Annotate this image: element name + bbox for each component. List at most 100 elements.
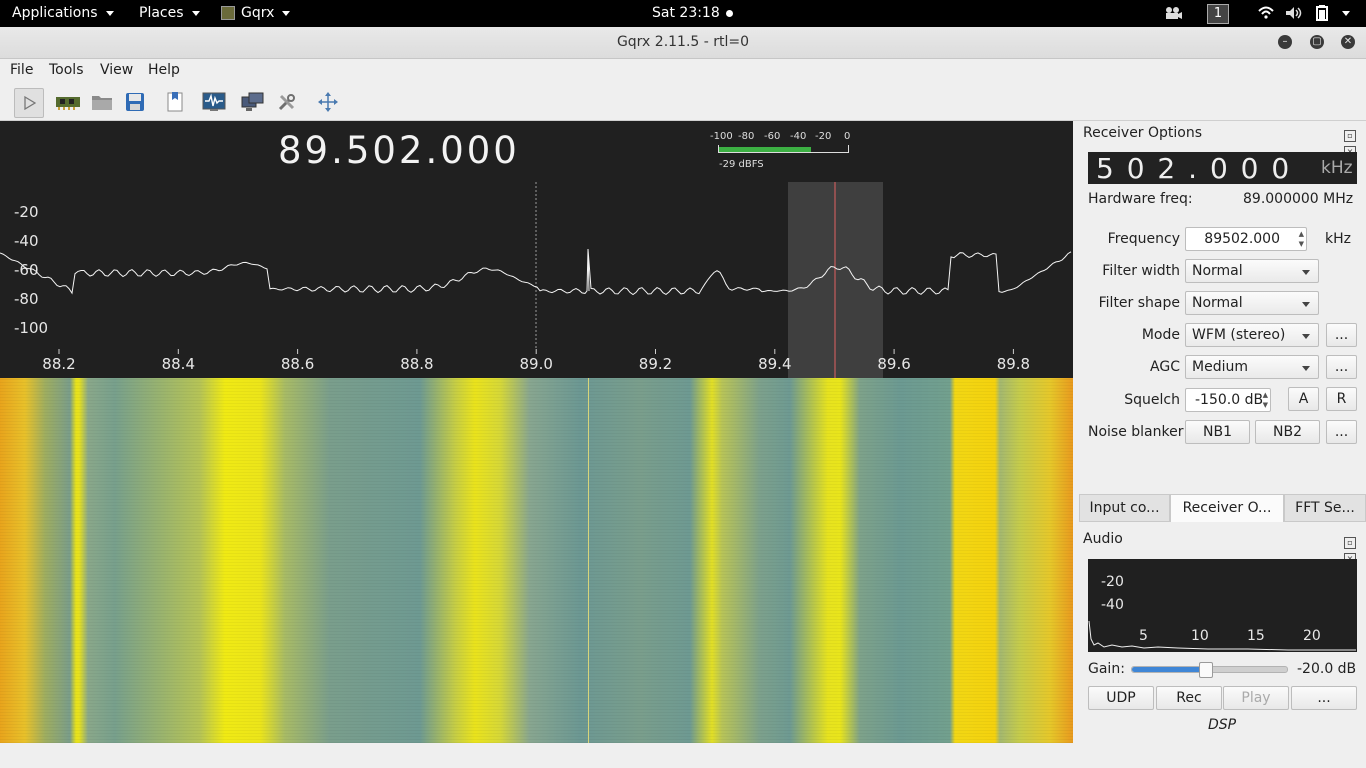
remote-control-icon <box>241 91 265 113</box>
tab-receiver-options[interactable]: Receiver O... <box>1170 494 1284 522</box>
applications-menu[interactable]: Applications <box>12 5 114 21</box>
places-menu[interactable]: Places <box>139 5 200 21</box>
notification-dot-icon <box>726 10 733 17</box>
wifi-icon[interactable] <box>1258 6 1274 19</box>
open-settings-button[interactable] <box>88 88 116 116</box>
places-label: Places <box>139 5 184 21</box>
filter-width-label: Filter width <box>1076 263 1180 279</box>
menu-tools[interactable]: Tools <box>49 62 84 78</box>
window-titlebar[interactable]: Gqrx 2.11.5 - rtl=0 – ▢ ✕ <box>0 27 1366 59</box>
audio-fft-plot[interactable]: -20 -40 5 10 15 20 <box>1088 559 1357 652</box>
squelch-auto-button[interactable]: A <box>1288 387 1319 411</box>
waterfall-display[interactable] <box>0 378 1073 743</box>
filter-shape-select[interactable]: Normal <box>1185 291 1319 315</box>
play-button[interactable]: Play <box>1223 686 1289 710</box>
device-icon <box>55 94 81 110</box>
audio-dock-title: Audio <box>1083 531 1123 547</box>
gain-slider-handle[interactable] <box>1199 662 1213 678</box>
top-panel: Applications Places Gqrx Sat 23:18 1 <box>0 0 1366 27</box>
audio-spectrum-trace <box>1088 559 1357 652</box>
system-menu-chevron-icon <box>1342 11 1350 16</box>
agc-value: Medium <box>1192 359 1248 375</box>
y-tick-label: -20 <box>14 203 39 221</box>
hardware-freq-value: 89.000000 MHz <box>1243 191 1353 207</box>
filter-width-select[interactable]: Normal <box>1185 259 1319 283</box>
record-button[interactable]: Rec <box>1156 686 1222 710</box>
menu-bar: File Tools View Help <box>0 59 1366 83</box>
mode-options-button[interactable]: ... <box>1326 323 1357 347</box>
gain-slider[interactable] <box>1131 666 1288 673</box>
frequency-label: Frequency <box>1076 231 1180 247</box>
close-button[interactable]: ✕ <box>1341 35 1355 49</box>
dock-title: Receiver Options <box>1083 125 1202 141</box>
squelch-label: Squelch <box>1076 392 1180 408</box>
mode-select[interactable]: WFM (stereo) <box>1185 323 1319 347</box>
open-icon <box>91 93 113 111</box>
remote-control-button[interactable] <box>239 88 267 116</box>
agc-label: AGC <box>1076 359 1180 375</box>
camera-indicator-icon[interactable] <box>1164 6 1182 20</box>
tab-input-controls[interactable]: Input co... <box>1079 494 1170 522</box>
spin-arrows-icon[interactable]: ▲▼ <box>1299 229 1304 249</box>
fullscreen-button[interactable] <box>314 88 342 116</box>
frequency-value: 89502.000 <box>1204 231 1280 247</box>
x-tick-label: 89.0 <box>519 355 552 373</box>
float-icon[interactable]: ▫ <box>1344 537 1356 549</box>
volume-icon[interactable] <box>1285 6 1303 20</box>
y-tick-label: -100 <box>14 319 48 337</box>
offset-digits: 5 0 2 . 0 0 0 <box>1096 152 1291 185</box>
minimize-button[interactable]: – <box>1278 35 1292 49</box>
agc-options-button[interactable]: ... <box>1326 355 1357 379</box>
dock-buttons: ▫× <box>1342 126 1366 138</box>
chevron-down-icon <box>282 11 290 16</box>
app-menu[interactable]: Gqrx <box>221 5 290 21</box>
menu-file[interactable]: File <box>10 62 33 78</box>
chevron-down-icon <box>192 11 200 16</box>
tab-fft-settings[interactable]: FFT Se... <box>1284 494 1366 522</box>
x-tick-label: 88.6 <box>281 355 314 373</box>
bookmark-icon <box>166 91 184 113</box>
waterfall-texture <box>0 378 1073 743</box>
workspace-indicator[interactable]: 1 <box>1207 4 1229 24</box>
chevron-down-icon <box>106 11 114 16</box>
x-tick-label: 89.2 <box>639 355 672 373</box>
clock[interactable]: Sat 23:18 <box>652 5 733 21</box>
waveform-icon <box>202 92 226 112</box>
nb2-button[interactable]: NB2 <box>1255 420 1320 444</box>
nb1-button[interactable]: NB1 <box>1185 420 1250 444</box>
noise-blanker-options-button[interactable]: ... <box>1326 420 1357 444</box>
battery-icon[interactable] <box>1316 5 1350 21</box>
settings-icon <box>277 92 297 112</box>
y-tick-label: -80 <box>14 290 39 308</box>
float-icon[interactable]: ▫ <box>1344 130 1356 142</box>
spectrum-plot[interactable]: 89.502.000 -100 -80 -60 -40 -20 0 -29 dB… <box>0 121 1073 378</box>
io-devices-button[interactable] <box>54 88 82 116</box>
clock-label: Sat 23:18 <box>652 5 720 21</box>
audio-options-button[interactable]: ... <box>1291 686 1357 710</box>
maximize-button[interactable]: ▢ <box>1310 35 1324 49</box>
frequency-input[interactable]: 89502.000 ▲▼ <box>1185 227 1307 251</box>
window-title: Gqrx 2.11.5 - rtl=0 <box>0 34 1366 50</box>
squelch-input[interactable]: -150.0 dB ▲▼ <box>1185 388 1271 412</box>
save-settings-button[interactable] <box>121 88 149 116</box>
udp-button[interactable]: UDP <box>1088 686 1154 710</box>
menu-help[interactable]: Help <box>148 62 180 78</box>
frequency-unit: kHz <box>1325 231 1351 247</box>
menu-view[interactable]: View <box>100 62 133 78</box>
squelch-reset-button[interactable]: R <box>1326 387 1357 411</box>
dsp-settings-button[interactable] <box>273 88 301 116</box>
offset-frequency-display[interactable]: 5 0 2 . 0 0 0 kHz <box>1088 152 1357 184</box>
gain-value: -20.0 dB <box>1297 661 1356 677</box>
signal-display-button[interactable] <box>200 88 228 116</box>
squelch-value: -150.0 dB <box>1195 392 1263 408</box>
x-tick-label: 88.4 <box>162 355 195 373</box>
fullscreen-icon <box>317 91 339 113</box>
spin-arrows-icon[interactable]: ▲▼ <box>1263 390 1268 410</box>
start-dsp-button[interactable] <box>14 88 44 118</box>
toolbar <box>0 84 1366 121</box>
agc-select[interactable]: Medium <box>1185 355 1319 379</box>
load-bookmarks-button[interactable] <box>161 88 189 116</box>
mode-value: WFM (stereo) <box>1192 327 1285 343</box>
x-tick-label: 89.4 <box>758 355 791 373</box>
carrier-line <box>588 378 589 743</box>
